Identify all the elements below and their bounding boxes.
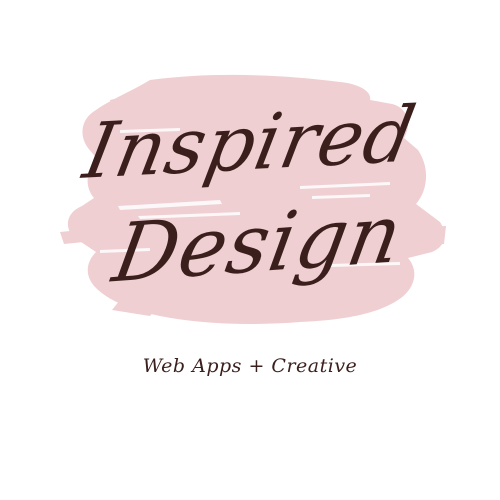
tagline: Web Apps + Creative xyxy=(142,355,358,377)
logo-canvas: Inspired Design Web Apps + Creative xyxy=(0,0,500,500)
